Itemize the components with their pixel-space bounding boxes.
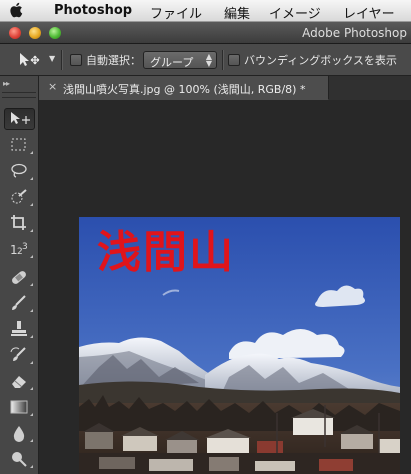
marquee-tool[interactable] bbox=[4, 134, 35, 156]
brush-tool[interactable] bbox=[4, 292, 35, 314]
tool-preset-caret-icon[interactable]: ▼ bbox=[49, 54, 55, 63]
show-bounding-box-checkbox[interactable] bbox=[228, 54, 240, 66]
menu-bar: Photoshop ファイル 編集 イメージ レイヤー bbox=[0, 0, 411, 22]
drop-icon bbox=[13, 426, 25, 442]
gradient-icon bbox=[10, 400, 28, 414]
crop-tool[interactable] bbox=[4, 212, 35, 234]
zoom-window-button[interactable] bbox=[49, 27, 61, 39]
gradient-tool[interactable] bbox=[4, 396, 35, 418]
photo-overlay-text: 浅間山 bbox=[97, 227, 235, 278]
eraser-icon bbox=[12, 376, 26, 388]
show-bounding-box-label: バウンディングボックスを表示 bbox=[244, 54, 397, 67]
eraser-tool[interactable] bbox=[4, 370, 35, 392]
marquee-icon bbox=[11, 138, 26, 151]
dodge-icon bbox=[12, 452, 27, 467]
minimize-window-button[interactable] bbox=[29, 27, 41, 39]
tools-panel: ▸▸ 123 bbox=[0, 76, 39, 474]
document-tab[interactable]: × 浅間山噴火写真.jpg @ 100% (浅間山, RGB/8) * bbox=[39, 76, 329, 100]
menu-edit[interactable]: 編集 bbox=[224, 3, 250, 22]
move-tool[interactable] bbox=[4, 108, 35, 130]
panel-grip[interactable] bbox=[2, 92, 36, 98]
quick-selection-tool[interactable] bbox=[4, 186, 35, 208]
lasso-tool[interactable] bbox=[4, 160, 35, 182]
menu-image[interactable]: イメージ bbox=[269, 3, 321, 22]
stamp-icon bbox=[11, 321, 27, 336]
document-tab-strip: × 浅間山噴火写真.jpg @ 100% (浅間山, RGB/8) * bbox=[39, 76, 411, 100]
options-divider bbox=[61, 50, 62, 70]
document-tab-title: 浅間山噴火写真.jpg @ 100% (浅間山, RGB/8) * bbox=[63, 83, 306, 96]
history-brush-tool[interactable] bbox=[4, 344, 35, 366]
crop-icon bbox=[11, 215, 26, 230]
svg-text:3: 3 bbox=[22, 242, 28, 252]
eyedropper-tool[interactable]: 123 bbox=[4, 238, 35, 260]
panel-collapse-icon[interactable]: ▸▸ bbox=[3, 79, 10, 88]
brush-icon bbox=[12, 295, 26, 310]
auto-select-checkbox[interactable] bbox=[70, 54, 82, 66]
dodge-tool[interactable] bbox=[4, 448, 35, 470]
lasso-icon bbox=[11, 163, 27, 178]
app-title-bar: Adobe Photoshop bbox=[0, 22, 411, 44]
clone-stamp-tool[interactable] bbox=[4, 318, 35, 340]
apple-icon[interactable] bbox=[9, 2, 23, 18]
menu-layer[interactable]: レイヤー bbox=[343, 3, 395, 22]
healing-brush-tool[interactable] bbox=[4, 266, 35, 288]
history-brush-icon bbox=[10, 347, 26, 361]
move-icon bbox=[11, 112, 30, 124]
auto-select-label: 自動選択： bbox=[86, 54, 141, 67]
bandage-icon bbox=[12, 271, 26, 284]
auto-select-value: グループ bbox=[150, 56, 194, 69]
menu-file[interactable]: ファイル bbox=[150, 3, 202, 22]
auto-select-dropdown[interactable]: グループ ▲ ▼ bbox=[143, 51, 217, 69]
close-window-button[interactable] bbox=[9, 27, 21, 39]
close-tab-icon[interactable]: × bbox=[48, 80, 57, 93]
options-bar: ▼ 自動選択： グループ ▲ ▼ バウンディングボックスを表示 bbox=[0, 44, 411, 76]
blur-tool[interactable] bbox=[4, 422, 35, 444]
document-canvas-image[interactable]: 浅間山 bbox=[79, 217, 400, 474]
menu-app-photoshop[interactable]: Photoshop bbox=[54, 3, 132, 18]
dropdown-arrows-icon: ▲ ▼ bbox=[205, 52, 212, 68]
window-title: Adobe Photoshop bbox=[302, 26, 407, 40]
move-tool-preset-icon[interactable] bbox=[18, 52, 42, 68]
count-icon: 123 bbox=[10, 242, 28, 257]
quick-selection-icon bbox=[11, 189, 27, 204]
options-divider bbox=[222, 50, 223, 70]
